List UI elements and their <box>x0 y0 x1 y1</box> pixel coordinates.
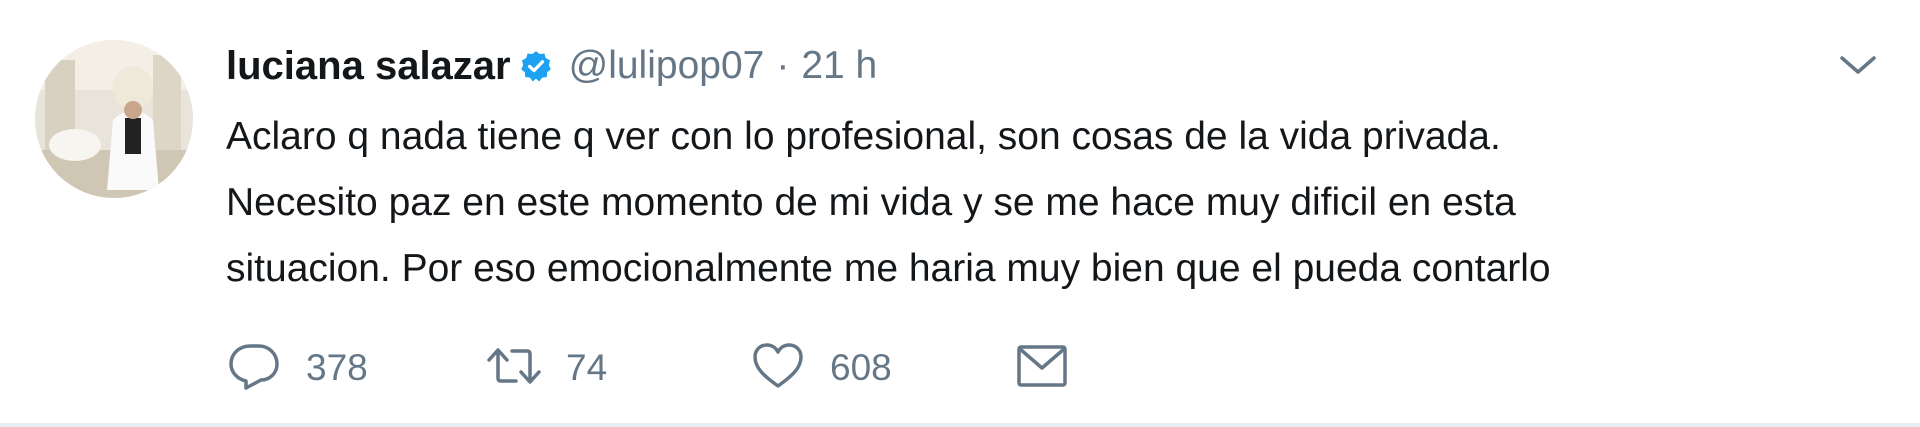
avatar[interactable] <box>35 40 193 198</box>
tweet-text-line: Necesito paz en este momento de mi vida … <box>226 181 1516 224</box>
timestamp[interactable]: 21 h <box>801 44 877 88</box>
envelope-icon <box>1014 340 1070 397</box>
like-count: 608 <box>830 347 892 388</box>
verified-badge-icon <box>519 49 553 83</box>
tweet-text-line: situacion. Por eso emocionalmente me har… <box>226 247 1551 290</box>
chevron-down-icon[interactable] <box>1836 48 1880 84</box>
retweet-count: 74 <box>566 347 608 388</box>
direct-message-button[interactable] <box>1014 340 1070 397</box>
tweet-text-line: Aclaro q nada tiene q ver con lo profesi… <box>226 115 1501 158</box>
reply-button[interactable]: 378 <box>226 340 486 397</box>
reply-count: 378 <box>306 347 368 388</box>
tweet-actions: 378 74 608 <box>226 338 1070 398</box>
heart-icon <box>750 340 806 397</box>
display-name[interactable]: luciana salazar <box>226 44 511 89</box>
like-button[interactable]: 608 <box>750 340 1014 397</box>
tweet-card[interactable]: luciana salazar @lulipop07 · 21 h Aclaro… <box>0 0 1920 427</box>
tweet-header: luciana salazar @lulipop07 · 21 h <box>226 38 877 94</box>
separator-dot: · <box>776 44 790 87</box>
tweet-text: Aclaro q nada tiene q ver con lo profesi… <box>226 104 1826 302</box>
retweet-button[interactable]: 74 <box>486 340 750 397</box>
avatar-image <box>35 40 193 198</box>
user-handle[interactable]: @lulipop07 <box>569 44 765 88</box>
retweet-icon <box>486 340 542 397</box>
reply-bubble-icon <box>226 340 282 397</box>
